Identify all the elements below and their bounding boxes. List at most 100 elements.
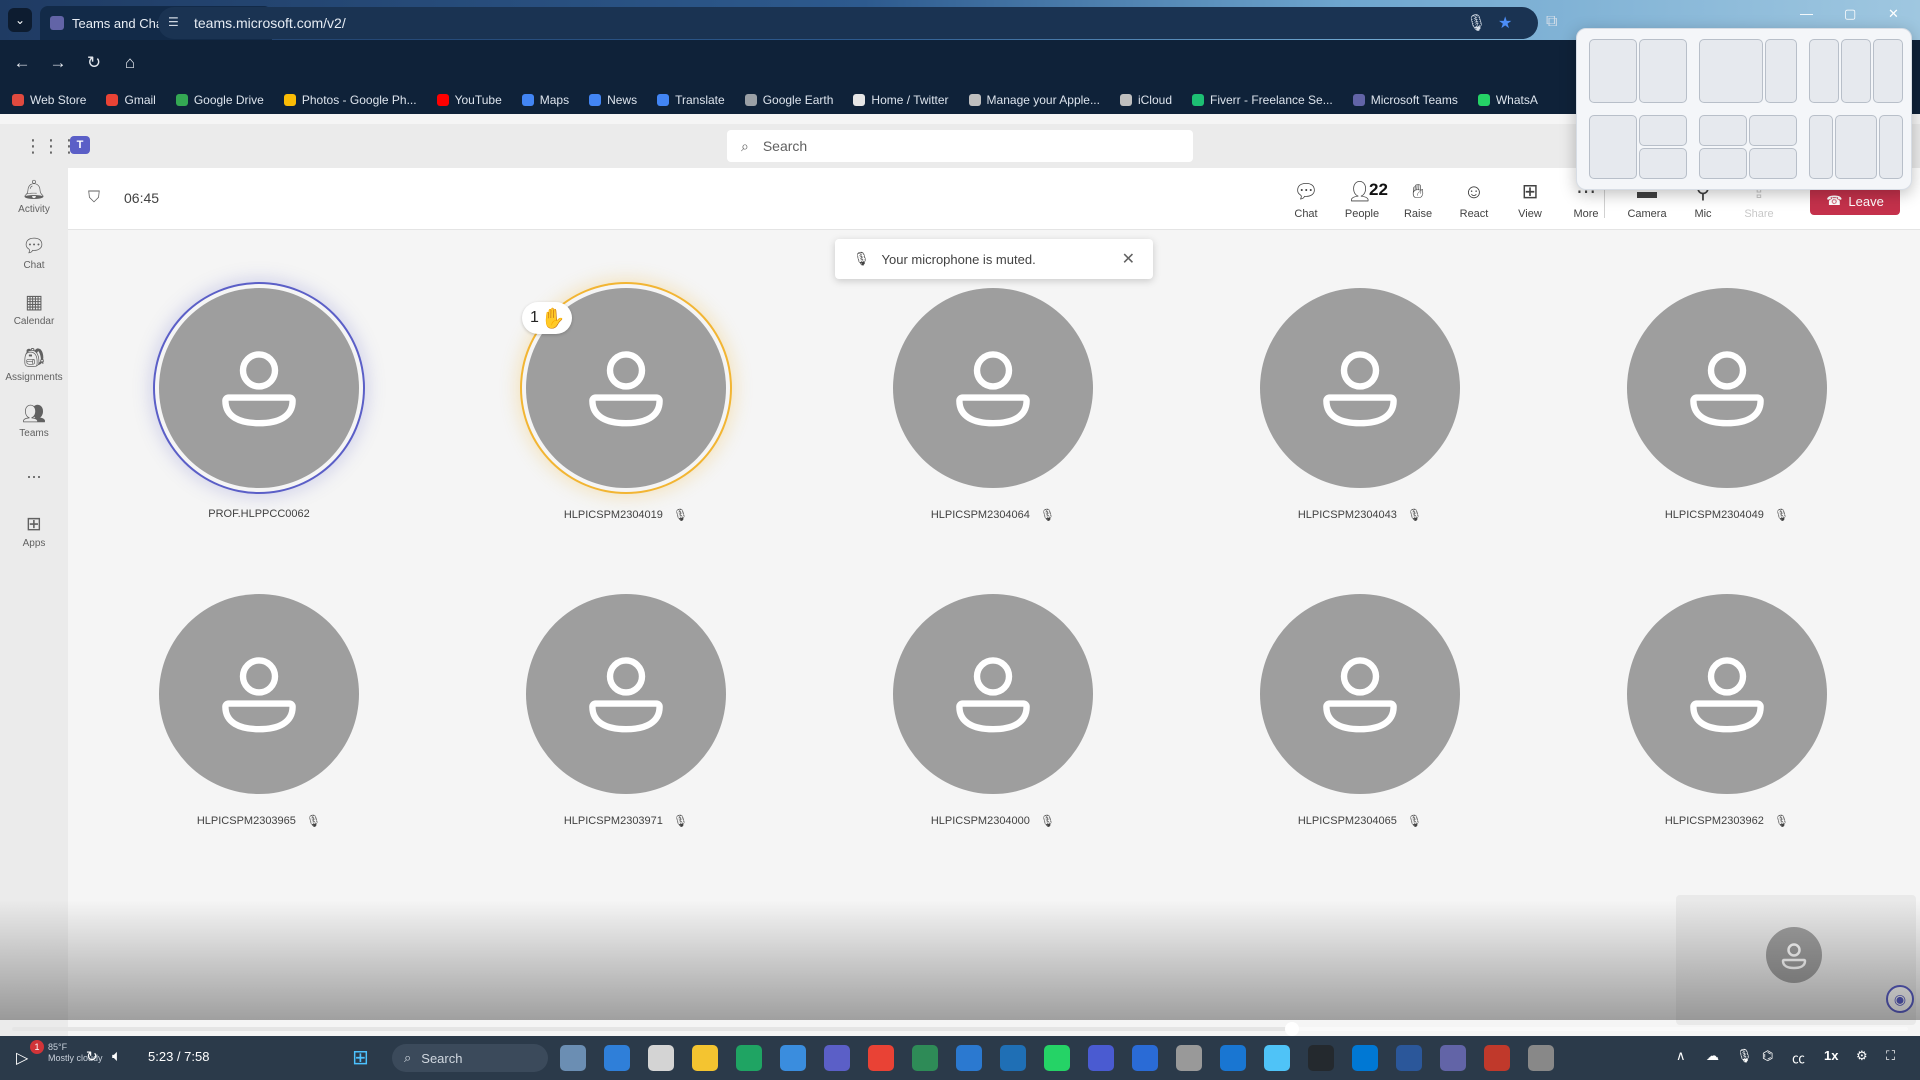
participant-tile[interactable]: HLPICSPM2303965 🎙︎ xyxy=(139,594,379,828)
taskbar-app-icon[interactable] xyxy=(1484,1045,1510,1071)
taskbar-app-icon[interactable] xyxy=(1132,1045,1158,1071)
taskbar-app-icon[interactable] xyxy=(956,1045,982,1071)
taskbar-app-icon[interactable] xyxy=(1000,1045,1026,1071)
taskbar-app-icon[interactable] xyxy=(1440,1045,1466,1071)
rail-item-apps[interactable]: ⊞ Apps xyxy=(0,514,68,549)
participant-tile[interactable]: HLPICSPM2304049 🎙︎ xyxy=(1607,288,1847,522)
settings-gear-icon[interactable]: ⚙ xyxy=(1856,1048,1868,1064)
bookmark-item[interactable]: Google Drive xyxy=(175,93,264,107)
forward-icon[interactable]: → xyxy=(40,53,76,73)
snap-zone[interactable] xyxy=(1749,148,1797,179)
rail-item-chat[interactable]: 💬︎ Chat xyxy=(0,236,68,271)
toolbar-raise-button[interactable]: ✋︎ Raise xyxy=(1391,180,1445,220)
taskbar-app-icon[interactable] xyxy=(780,1045,806,1071)
progress-knob[interactable] xyxy=(1284,1022,1299,1036)
snap-zone[interactable] xyxy=(1841,39,1871,103)
rail-item-teams[interactable]: 👥︎ Teams xyxy=(0,404,68,439)
site-info-icon[interactable]: ☰ xyxy=(168,15,184,31)
maximize-icon[interactable]: ▢ xyxy=(1844,6,1856,22)
taskbar-app-icon[interactable] xyxy=(1044,1045,1070,1071)
bookmark-item[interactable]: News xyxy=(589,93,637,107)
snap-zone[interactable] xyxy=(1809,39,1839,103)
bookmark-item[interactable]: Google Earth xyxy=(744,93,833,107)
bookmark-item[interactable]: Fiverr - Freelance Se... xyxy=(1192,93,1333,107)
taskbar-app-icon[interactable] xyxy=(1308,1045,1334,1071)
participant-tile[interactable]: 1 ✋ HLPICSPM2304019 🎙︎ xyxy=(506,288,746,522)
bookmark-item[interactable]: Photos - Google Ph... xyxy=(283,93,417,107)
bookmark-item[interactable]: Manage your Apple... xyxy=(968,93,1100,107)
snap-zone[interactable] xyxy=(1835,115,1877,179)
toolbar-view-button[interactable]: ⊞ View xyxy=(1503,180,1557,220)
tab-search-button[interactable]: ⌄ xyxy=(8,8,32,32)
fullscreen-icon[interactable]: ⛶ xyxy=(1886,1048,1895,1064)
bookmark-item[interactable]: Maps xyxy=(521,93,569,107)
taskbar-app-icon[interactable] xyxy=(868,1045,894,1071)
network-icon[interactable]: ⌬ xyxy=(1762,1048,1773,1064)
taskbar-app-icon[interactable] xyxy=(1088,1045,1114,1071)
snap-zone[interactable] xyxy=(1765,39,1797,103)
taskbar-app-icon[interactable] xyxy=(1396,1045,1422,1071)
bookmark-star-icon[interactable]: ★ xyxy=(1498,13,1512,33)
participant-tile[interactable]: HLPICSPM2303962 🎙︎ xyxy=(1607,594,1847,828)
rail-item-calendar[interactable]: ▦ Calendar xyxy=(0,292,68,327)
bookmark-item[interactable]: Gmail xyxy=(106,93,156,107)
toolbar-people-button[interactable]: 👤︎ 22 People xyxy=(1335,180,1389,220)
toolbar-chat-button[interactable]: 💬︎ Chat xyxy=(1279,180,1333,220)
captions-icon[interactable]: ㏄ xyxy=(1792,1048,1805,1067)
taskbar-app-icon[interactable] xyxy=(1176,1045,1202,1071)
snap-zone[interactable] xyxy=(1589,115,1637,179)
playback-speed[interactable]: 1x xyxy=(1824,1048,1838,1063)
participant-tile[interactable]: PROF.HLPPCC0062 xyxy=(139,288,379,520)
bookmark-item[interactable]: YouTube xyxy=(436,93,502,107)
back-icon[interactable]: ← xyxy=(4,53,40,73)
teams-search-input[interactable]: ⌕ Search xyxy=(727,130,1193,162)
volume-icon[interactable]: 🔈︎ xyxy=(112,1048,122,1066)
participant-tile[interactable]: HLPICSPM2304000 🎙︎ xyxy=(873,594,1113,828)
rail-item-assignments[interactable]: 🎒︎ Assignments xyxy=(0,348,68,383)
video-progress-bar[interactable] xyxy=(12,1022,1908,1036)
taskbar-app-icon[interactable] xyxy=(1220,1045,1246,1071)
home-icon[interactable]: ⌂ xyxy=(112,53,148,73)
rail-item-activity[interactable]: 🔔︎ Activity xyxy=(0,180,68,215)
chevron-up-icon[interactable]: ∧ xyxy=(1676,1048,1686,1064)
leave-button[interactable]: ☎ Leave xyxy=(1810,187,1900,215)
snap-zone[interactable] xyxy=(1589,39,1637,103)
url-field[interactable]: teams.microsoft.com/v2/ xyxy=(158,7,1538,39)
taskbar-app-icon[interactable] xyxy=(692,1045,718,1071)
participant-tile[interactable]: HLPICSPM2303971 🎙︎ xyxy=(506,594,746,828)
toolbar-react-button[interactable]: ☺ React xyxy=(1447,180,1501,220)
reload-icon[interactable]: ↻ xyxy=(76,53,112,73)
snap-zone[interactable] xyxy=(1749,115,1797,146)
snap-zone[interactable] xyxy=(1639,39,1687,103)
cloud-icon[interactable]: ☁ xyxy=(1706,1048,1719,1064)
bookmark-item[interactable]: iCloud xyxy=(1119,93,1172,107)
windows-start-icon[interactable]: ⊞ xyxy=(352,1045,369,1070)
bookmark-item[interactable]: Home / Twitter xyxy=(853,93,949,107)
taskbar-app-icon[interactable] xyxy=(648,1045,674,1071)
taskbar-search[interactable]: ⌕ Search xyxy=(392,1044,548,1072)
taskbar-app-icon[interactable] xyxy=(736,1045,762,1071)
taskbar-app-icon[interactable] xyxy=(604,1045,630,1071)
bookmark-item[interactable]: Microsoft Teams xyxy=(1352,93,1458,107)
snap-zone[interactable] xyxy=(1639,148,1687,179)
snap-zone[interactable] xyxy=(1699,39,1763,103)
skip-forward-icon[interactable]: ↻ xyxy=(86,1048,98,1065)
snap-zone[interactable] xyxy=(1699,148,1747,179)
play-icon[interactable]: ▷ xyxy=(16,1048,28,1068)
voice-search-icon[interactable]: 🎙 xyxy=(1466,13,1486,33)
snap-zone[interactable] xyxy=(1809,115,1833,179)
bookmark-item[interactable]: Web Store xyxy=(12,93,86,107)
translate-extension-icon[interactable]: ⧉ xyxy=(1546,13,1557,31)
participant-tile[interactable]: HLPICSPM2304064 🎙︎ xyxy=(873,288,1113,522)
bookmark-item[interactable]: WhatsA xyxy=(1477,93,1538,107)
toast-close-icon[interactable]: ✕ xyxy=(1122,249,1135,269)
participant-tile[interactable]: HLPICSPM2304065 🎙︎ xyxy=(1240,594,1480,828)
snap-zone[interactable] xyxy=(1873,39,1903,103)
bookmark-item[interactable]: Translate xyxy=(657,93,725,107)
taskbar-app-icon[interactable] xyxy=(912,1045,938,1071)
mic-icon[interactable]: 🎙︎ xyxy=(1736,1048,1753,1064)
taskbar-app-icon[interactable] xyxy=(1528,1045,1554,1071)
taskbar-app-icon[interactable] xyxy=(824,1045,850,1071)
snap-zone[interactable] xyxy=(1639,115,1687,146)
rail-more-button[interactable]: ... xyxy=(0,462,68,483)
